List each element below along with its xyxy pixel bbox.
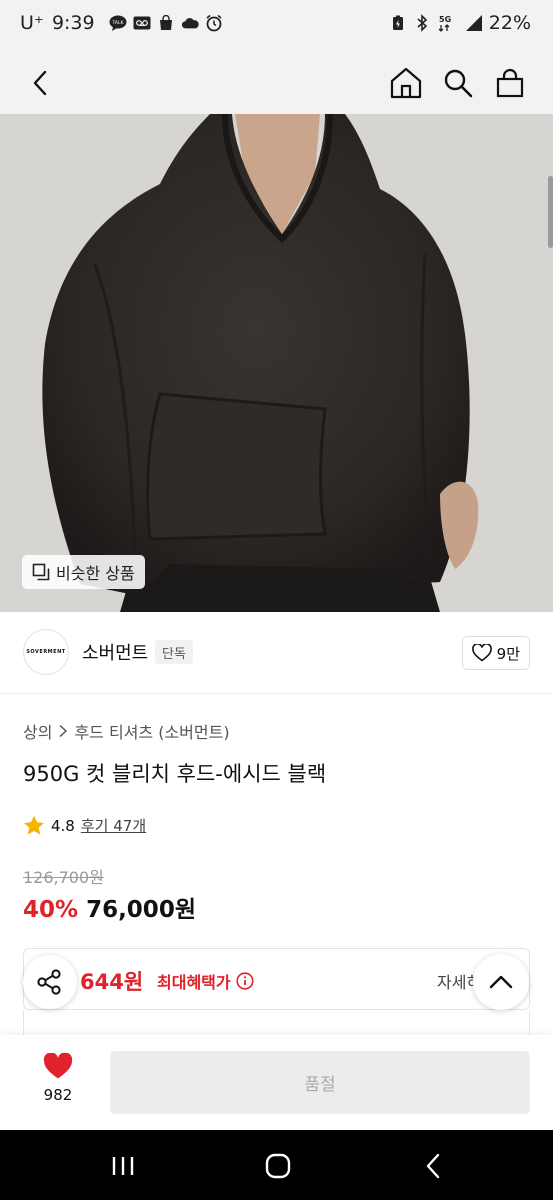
sale-price: 76,000원 xyxy=(86,897,196,923)
recent-apps-button[interactable] xyxy=(101,1144,145,1188)
discount-rate: 40% xyxy=(23,897,79,923)
back-arrow-icon xyxy=(426,1153,440,1179)
rating-summary: 4.8 후기 47개 xyxy=(23,815,146,836)
notification-icons: TALK xyxy=(109,14,223,32)
copy-icon xyxy=(32,563,50,581)
signal-icon xyxy=(465,14,483,32)
shopping-bag-icon xyxy=(496,68,524,98)
chevron-up-icon xyxy=(489,975,513,989)
scroll-to-top-button[interactable] xyxy=(473,954,529,1010)
breadcrumb-category[interactable]: 상의 xyxy=(23,719,52,743)
heart-filled-icon xyxy=(43,1053,73,1079)
heart-outline-icon xyxy=(471,644,492,662)
cart-button[interactable] xyxy=(487,60,533,106)
brand-logo[interactable]: SOVERMENT xyxy=(23,629,69,675)
system-navigation-bar xyxy=(0,1130,553,1200)
search-icon xyxy=(444,69,473,98)
max-benefit-price: 644원 xyxy=(80,970,144,994)
battery-level: 22% xyxy=(488,12,531,34)
home-icon xyxy=(390,67,422,99)
cloud-icon xyxy=(181,14,199,32)
review-count-link[interactable]: 후기 47개 xyxy=(81,815,146,836)
status-right: 5G 22% xyxy=(389,12,531,34)
max-benefit-box[interactable]: 644원 최대혜택가 자세히 xyxy=(23,948,530,1010)
breadcrumb-subcategory[interactable]: 후드 티셔츠 (소버먼트) xyxy=(74,719,229,743)
home-button[interactable] xyxy=(383,60,429,106)
talk-icon: TALK xyxy=(109,14,127,32)
chevron-left-icon xyxy=(33,70,47,96)
similar-products-label: 비슷한 상품 xyxy=(56,564,135,583)
product-title: 950G 컷 블리치 후드-에시드 블랙 xyxy=(23,762,327,786)
product-image[interactable]: 비슷한 상품 xyxy=(0,114,553,612)
clock: 9:39 xyxy=(51,12,95,34)
alarm-icon xyxy=(205,14,223,32)
star-icon xyxy=(24,815,44,835)
network-type-icon: 5G xyxy=(437,14,459,32)
image-scroll-indicator xyxy=(548,176,553,248)
brand-logo-text: SOVERMENT xyxy=(26,649,66,655)
status-bar: U⁺ 9:39 TALK 5G 22% xyxy=(0,0,553,52)
status-left: U⁺ 9:39 TALK xyxy=(20,12,223,34)
home-system-button[interactable] xyxy=(256,1144,300,1188)
recent-apps-icon xyxy=(112,1157,134,1175)
voicemail-icon xyxy=(133,14,151,32)
brand-like-count: 9만 xyxy=(496,644,520,663)
soldout-button[interactable]: 품절 xyxy=(110,1051,530,1114)
exclusive-badge: 단독 xyxy=(155,640,193,664)
svg-text:TALK: TALK xyxy=(111,20,124,26)
search-button[interactable] xyxy=(435,60,481,106)
original-price: 126,700원 xyxy=(23,868,104,887)
svg-text:5G: 5G xyxy=(439,15,451,24)
carrier-label: U⁺ xyxy=(20,12,44,34)
share-button[interactable] xyxy=(23,955,77,1009)
shopping-bag-notification-icon xyxy=(157,14,175,32)
brand-like-button[interactable]: 9만 xyxy=(461,636,530,670)
similar-products-button[interactable]: 비슷한 상품 xyxy=(22,555,145,589)
hoodie-illustration xyxy=(42,114,479,612)
bluetooth-icon xyxy=(413,14,431,32)
purchase-bar: 982 품절 xyxy=(0,1035,553,1130)
top-navigation xyxy=(0,52,553,114)
info-icon[interactable] xyxy=(236,972,254,990)
wishlist-button[interactable]: 982 xyxy=(22,1053,94,1104)
battery-saver-icon xyxy=(389,14,407,32)
price-row: 40% 76,000원 xyxy=(23,890,196,924)
back-system-button[interactable] xyxy=(411,1144,455,1188)
breadcrumb: 상의 후드 티셔츠 (소버먼트) xyxy=(23,719,230,743)
benefit-details-peek xyxy=(23,1010,530,1036)
wishlist-count: 982 xyxy=(43,1086,73,1104)
max-benefit-label-text: 최대혜택가 xyxy=(157,973,231,992)
brand-row: SOVERMENT 소버먼트 단독 9만 xyxy=(0,612,553,694)
brand-name[interactable]: 소버먼트 xyxy=(82,639,148,665)
rating-value: 4.8 xyxy=(51,816,75,835)
share-icon xyxy=(37,969,61,995)
chevron-right-icon xyxy=(59,724,68,738)
home-circle-icon xyxy=(265,1153,291,1179)
back-button[interactable] xyxy=(18,60,64,106)
max-benefit-label: 최대혜택가 xyxy=(157,969,254,993)
